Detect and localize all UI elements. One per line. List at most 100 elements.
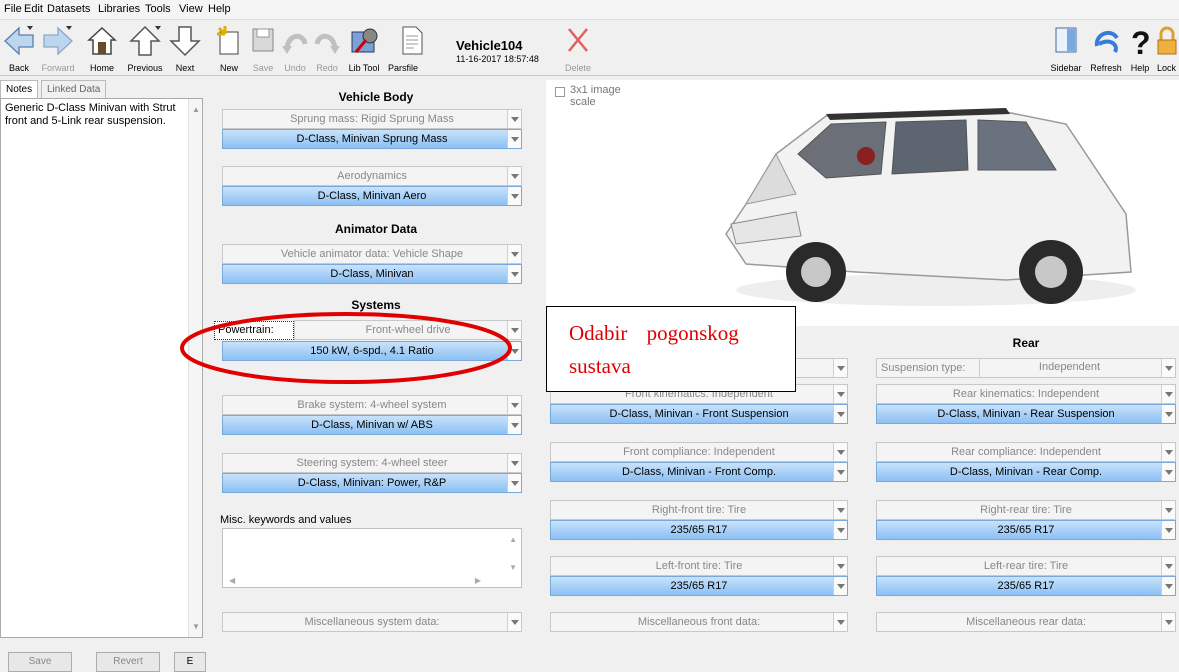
dropdown-icon[interactable] [1161,577,1175,595]
brake-dataset[interactable]: D-Class, Minivan w/ ABS [222,415,522,435]
menu-edit[interactable]: Edit [24,3,43,15]
dropdown-icon[interactable] [1161,463,1175,481]
menu-help[interactable]: Help [208,3,231,15]
left-rear-tire-category[interactable]: Left-rear tire: Tire [876,556,1176,576]
scroll-up-icon[interactable]: ▲ [509,535,517,544]
menu-view[interactable]: View [179,3,203,15]
dropdown-icon[interactable] [507,474,521,492]
forward-button[interactable]: Forward [36,20,80,76]
menu-tools[interactable]: Tools [145,3,171,15]
refresh-button[interactable]: Refresh [1086,20,1126,76]
home-button[interactable]: Home [84,20,120,76]
dropdown-icon[interactable] [1161,557,1175,575]
dropdown-icon[interactable] [507,130,521,148]
notes-box[interactable]: Generic D-Class Minivan with Strut front… [0,98,203,638]
dropdown-icon[interactable] [507,167,521,185]
rear-compliance-dataset[interactable]: D-Class, Minivan - Rear Comp. [876,462,1176,482]
sidebar-button[interactable]: Sidebar [1048,20,1084,76]
dropdown-icon[interactable] [833,463,847,481]
menu-bar: File Edit Datasets Libraries Tools View … [0,0,1179,20]
save-button[interactable]: Save [248,20,278,76]
menu-datasets[interactable]: Datasets [47,3,90,15]
menu-libraries[interactable]: Libraries [98,3,140,15]
tab-linked-data[interactable]: Linked Data [41,80,107,98]
brake-category[interactable]: Brake system: 4-wheel system [222,395,522,415]
redo-button[interactable]: Redo [312,20,342,76]
dropdown-icon[interactable] [833,359,847,377]
dropdown-icon[interactable] [1161,405,1175,423]
right-rear-tire-category[interactable]: Right-rear tire: Tire [876,500,1176,520]
rear-kinematics-dataset[interactable]: D-Class, Minivan - Rear Suspension [876,404,1176,424]
animator-category[interactable]: Vehicle animator data: Vehicle Shape [222,244,522,264]
new-file-icon [217,26,239,55]
notes-revert-button[interactable]: Revert [96,652,160,672]
next-button[interactable]: Next [168,20,202,76]
new-button[interactable]: New [214,20,244,76]
right-rear-tire-dataset[interactable]: 235/65 R17 [876,520,1176,540]
dropdown-icon[interactable] [1161,521,1175,539]
dropdown-icon[interactable] [1161,359,1175,377]
steering-dataset[interactable]: D-Class, Minivan: Power, R&P [222,473,522,493]
aerodynamics-category[interactable]: Aerodynamics [222,166,522,186]
misc-front-data[interactable]: Miscellaneous front data: [550,612,848,632]
dropdown-icon[interactable] [1161,613,1175,631]
dropdown-icon[interactable] [833,557,847,575]
front-compliance-dataset[interactable]: D-Class, Minivan - Front Comp. [550,462,848,482]
image-scale-checkbox[interactable] [555,87,565,97]
undo-button[interactable]: Undo [280,20,310,76]
right-front-tire-category[interactable]: Right-front tire: Tire [550,500,848,520]
misc-system-data[interactable]: Miscellaneous system data: [222,612,522,632]
rear-kinematics-category[interactable]: Rear kinematics: Independent [876,384,1176,404]
dropdown-icon[interactable] [507,613,521,631]
lock-button[interactable]: Lock [1154,20,1179,76]
right-front-tire-dataset[interactable]: 235/65 R17 [550,520,848,540]
dropdown-icon[interactable] [507,396,521,414]
scroll-up-icon[interactable]: ▲ [192,105,200,114]
dropdown-icon[interactable] [833,521,847,539]
notes-extra-button[interactable]: E [174,652,206,672]
dropdown-icon[interactable] [507,265,521,283]
parsfile-button[interactable]: Parsfile [384,20,440,76]
dropdown-icon[interactable] [507,416,521,434]
scroll-right-icon[interactable]: ▶ [475,576,481,585]
previous-button[interactable]: Previous [122,20,168,76]
dropdown-icon[interactable] [507,187,521,205]
sprung-mass-category[interactable]: Sprung mass: Rigid Sprung Mass [222,109,522,129]
tab-notes[interactable]: Notes [0,80,39,98]
help-button[interactable]: ? Help [1126,20,1154,76]
dropdown-icon[interactable] [507,110,521,128]
misc-keywords-textarea[interactable]: ▲ ▼ ◀ ▶ [222,528,522,588]
scroll-left-icon[interactable]: ◀ [229,576,235,585]
left-front-tire-dataset[interactable]: 235/65 R17 [550,576,848,596]
dropdown-icon[interactable] [833,577,847,595]
dropdown-icon[interactable] [833,443,847,461]
misc-rear-data[interactable]: Miscellaneous rear data: [876,612,1176,632]
rear-suspension-type[interactable]: Suspension type: Independent [876,358,1176,378]
animator-dataset[interactable]: D-Class, Minivan [222,264,522,284]
dropdown-icon[interactable] [507,454,521,472]
dropdown-icon[interactable] [1161,385,1175,403]
dropdown-icon[interactable] [833,405,847,423]
back-button[interactable]: Back [2,20,36,76]
dropdown-icon[interactable] [1161,501,1175,519]
dropdown-icon[interactable] [833,613,847,631]
rear-heading: Rear [1012,336,1040,350]
lib-tool-button[interactable]: Lib Tool [344,20,384,76]
left-rear-tire-dataset[interactable]: 235/65 R17 [876,576,1176,596]
front-kinematics-dataset[interactable]: D-Class, Minivan - Front Suspension [550,404,848,424]
aerodynamics-dataset[interactable]: D-Class, Minivan Aero [222,186,522,206]
dropdown-icon[interactable] [833,385,847,403]
dropdown-icon[interactable] [507,245,521,263]
steering-category[interactable]: Steering system: 4-wheel steer [222,453,522,473]
notes-save-button[interactable]: Save [8,652,72,672]
front-compliance-category[interactable]: Front compliance: Independent [550,442,848,462]
delete-button[interactable]: Delete [560,20,596,76]
dropdown-icon[interactable] [833,501,847,519]
rear-compliance-category[interactable]: Rear compliance: Independent [876,442,1176,462]
left-front-tire-category[interactable]: Left-front tire: Tire [550,556,848,576]
dropdown-icon[interactable] [1161,443,1175,461]
scroll-down-icon[interactable]: ▼ [192,622,200,631]
sprung-mass-dataset[interactable]: D-Class, Minivan Sprung Mass [222,129,522,149]
menu-file[interactable]: File [4,3,22,15]
scroll-down-icon[interactable]: ▼ [509,563,517,572]
